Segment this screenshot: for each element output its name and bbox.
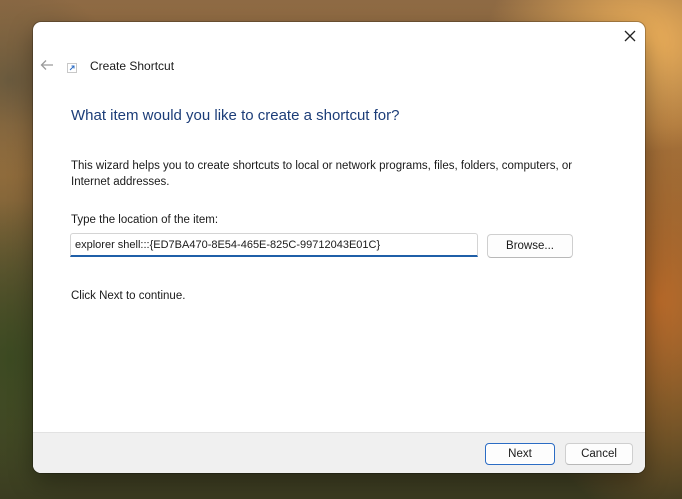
- next-button[interactable]: Next: [485, 443, 555, 465]
- dialog-footer: Next Cancel: [33, 432, 645, 473]
- cancel-button[interactable]: Cancel: [565, 443, 633, 465]
- close-icon: [624, 30, 636, 42]
- window-title: Create Shortcut: [90, 59, 175, 73]
- wizard-description: This wizard helps you to create shortcut…: [71, 160, 573, 188]
- location-label: Type the location of the item:: [71, 214, 219, 226]
- back-button[interactable]: [38, 56, 56, 74]
- shortcut-icon: [67, 63, 77, 73]
- back-arrow-icon: [40, 60, 53, 70]
- close-button[interactable]: [617, 24, 643, 48]
- continue-instruction: Click Next to continue.: [71, 290, 186, 302]
- location-input[interactable]: [70, 233, 478, 257]
- browse-button[interactable]: Browse...: [487, 234, 573, 258]
- create-shortcut-dialog: Create Shortcut What item would you like…: [33, 22, 645, 473]
- wizard-heading: What item would you like to create a sho…: [71, 107, 400, 124]
